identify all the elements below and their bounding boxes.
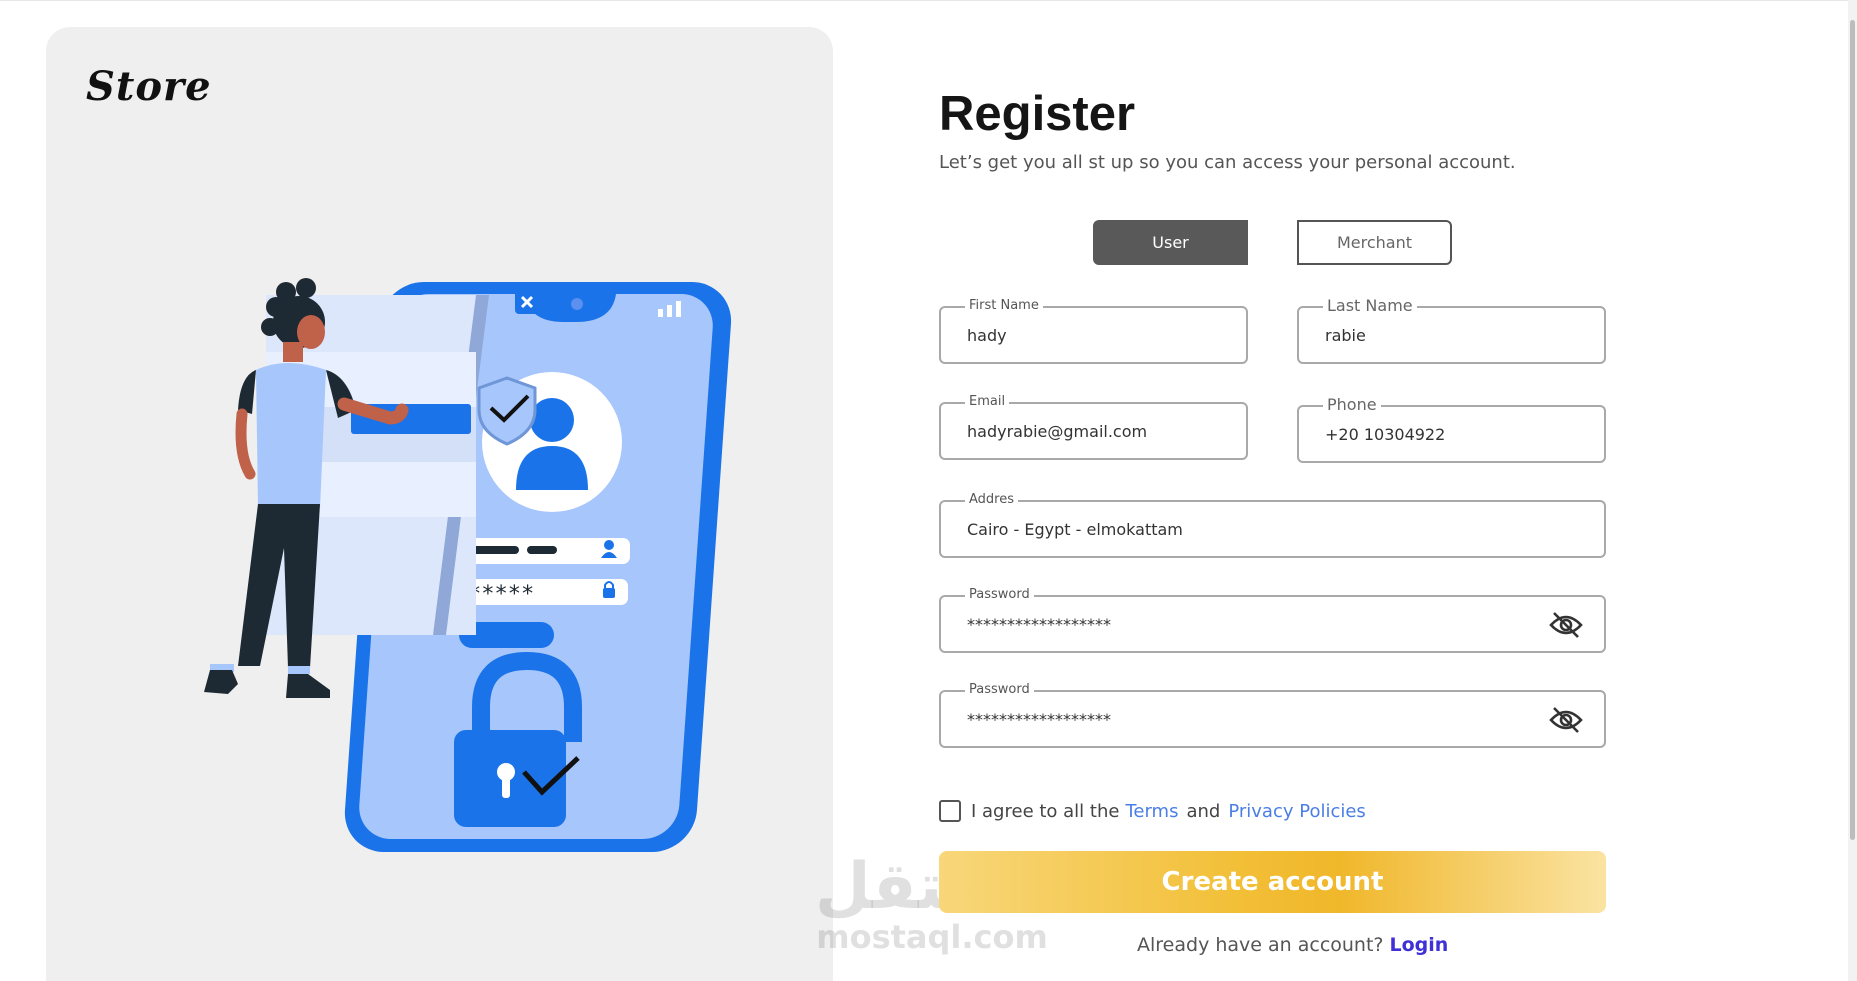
first-name-input[interactable] [967,308,1172,362]
registration-illustration: ***** [204,278,732,852]
vertical-scrollbar[interactable] [1848,0,1857,981]
last-name-input[interactable] [1325,308,1530,362]
create-account-button[interactable]: Create account [939,851,1606,913]
top-border [0,0,1857,1]
confirm-password-input[interactable] [967,692,1530,746]
illustration-panel: Store ***** [46,27,833,981]
last-name-field[interactable]: Last Name [1297,296,1606,364]
terms-link[interactable]: Terms [1125,801,1178,822]
eye-off-icon[interactable] [1548,610,1584,640]
phone-input[interactable] [1325,407,1530,461]
login-prompt-text: Already have an account? [1137,934,1384,956]
page-title: Register [939,87,1136,141]
confirm-password-field[interactable]: Password [939,682,1606,748]
terms-checkbox[interactable] [939,800,961,822]
agree-and-text: and [1186,800,1221,822]
terms-agreement: I agree to all the Terms and Privacy Pol… [939,800,1372,822]
first-name-field[interactable]: First Name [939,298,1248,364]
watermark-latin: mostaql.com [816,918,1048,956]
svg-text:*****: ***** [468,582,534,607]
user-toggle-button[interactable]: User [1093,220,1248,265]
page-subtitle: Let’s get you all st up so you can acces… [939,152,1516,173]
agree-prefix-text: I agree to all the [971,800,1120,822]
login-prompt: Already have an account? Login [1137,934,1448,956]
privacy-policies-link[interactable]: Privacy Policies [1228,801,1365,822]
address-field[interactable]: Addres [939,492,1606,558]
merchant-toggle-button[interactable]: Merchant [1297,220,1452,265]
password-input[interactable] [967,597,1530,651]
address-input[interactable] [967,502,1530,556]
login-link[interactable]: Login [1390,934,1449,956]
email-input[interactable] [967,404,1172,458]
eye-off-icon[interactable] [1548,705,1584,735]
scrollbar-thumb[interactable] [1850,20,1855,840]
brand-logo[interactable]: Store [86,63,212,110]
email-field[interactable]: Email [939,394,1248,460]
password-field[interactable]: Password [939,587,1606,653]
phone-field[interactable]: Phone [1297,395,1606,463]
